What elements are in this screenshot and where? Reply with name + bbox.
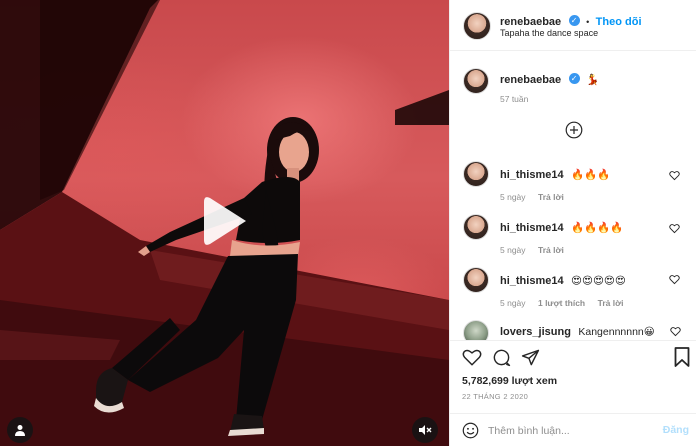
like-comment-icon[interactable] — [669, 170, 680, 181]
like-comment-icon[interactable] — [670, 326, 681, 337]
post-side-panel: renebaebae ✓ • Theo dõi Tapaha the dance… — [449, 0, 696, 446]
play-icon — [204, 197, 246, 245]
follow-button[interactable]: Theo dõi — [596, 16, 642, 28]
comment-time[interactable]: 5 ngày — [500, 245, 526, 255]
commenter-avatar[interactable] — [463, 214, 489, 240]
comment-likes[interactable]: 1 lượt thích — [538, 298, 585, 308]
comment-text: 🔥🔥🔥 — [571, 169, 611, 181]
plus-circle-icon — [565, 121, 583, 139]
comment-bubble-icon[interactable] — [492, 348, 511, 367]
like-comment-icon[interactable] — [669, 274, 680, 285]
play-button[interactable] — [198, 194, 252, 248]
video-player[interactable] — [0, 0, 449, 446]
reply-button[interactable]: Trả lời — [538, 192, 564, 202]
post-header: renebaebae ✓ • Theo dõi Tapaha the dance… — [450, 0, 696, 51]
commenter-avatar[interactable] — [463, 320, 489, 340]
author-username[interactable]: renebaebae — [500, 16, 561, 28]
caption-username[interactable]: renebaebae — [500, 74, 561, 86]
verified-icon: ✓ — [568, 15, 580, 27]
comment-time[interactable]: 5 ngày — [500, 192, 526, 202]
commenter-username[interactable]: hi_thisme14 — [500, 275, 564, 287]
comment-text: 😍😍😍😍😍 — [571, 275, 626, 287]
verified-icon: ✓ — [568, 73, 580, 85]
tagged-users-button[interactable] — [7, 417, 33, 443]
commenter-username[interactable]: lovers_jisung — [500, 326, 571, 338]
post-actions: 5,782,699 lượt xem 22 THÁNG 2 2020 Đăng — [450, 340, 696, 446]
comment-input[interactable] — [488, 423, 648, 439]
mute-button[interactable] — [412, 417, 438, 443]
comment-item: lovers_jisung Kangennnnnn😀 — [450, 316, 696, 340]
commenter-avatar[interactable] — [463, 161, 489, 187]
speaker-muted-icon — [419, 425, 432, 435]
add-comment-bar: Đăng — [450, 413, 696, 446]
author-avatar[interactable] — [463, 12, 491, 40]
post-location[interactable]: Tapaha the dance space — [500, 28, 598, 38]
reply-button[interactable]: Trả lời — [538, 245, 564, 255]
post-comment-button[interactable]: Đăng — [663, 424, 689, 436]
bookmark-icon[interactable] — [674, 347, 690, 367]
caption-time[interactable]: 57 tuần — [500, 94, 528, 104]
commenter-username[interactable]: hi_thisme14 — [500, 222, 564, 234]
share-send-icon[interactable] — [521, 348, 540, 367]
reply-button[interactable]: Trả lời — [598, 298, 624, 308]
header-separator: • — [586, 17, 590, 27]
user-icon — [15, 425, 25, 436]
like-comment-icon[interactable] — [669, 223, 680, 234]
comment-text: 🔥🔥🔥🔥 — [571, 222, 624, 234]
comment-text: Kangennnnnn😀 — [578, 326, 655, 338]
post-date[interactable]: 22 THÁNG 2 2020 — [462, 392, 528, 401]
commenter-username[interactable]: hi_thisme14 — [500, 169, 564, 181]
load-more-comments-button[interactable] — [565, 121, 583, 139]
commenter-avatar[interactable] — [463, 267, 489, 293]
emoji-icon[interactable] — [462, 422, 479, 439]
like-heart-icon[interactable] — [462, 348, 482, 366]
comment-time[interactable]: 5 ngày — [500, 298, 526, 308]
view-count[interactable]: 5,782,699 lượt xem — [462, 375, 557, 387]
caption-text: 💃 — [586, 74, 600, 86]
caption-avatar[interactable] — [463, 68, 489, 94]
